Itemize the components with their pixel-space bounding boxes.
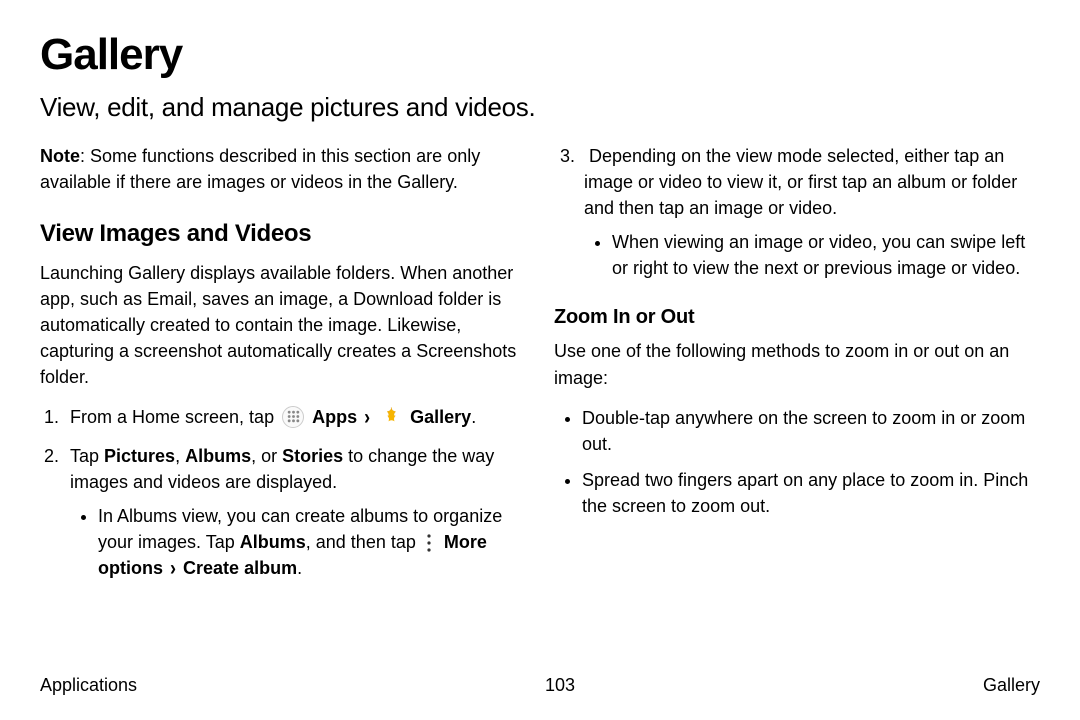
steps-list-continued: Depending on the view mode selected, eit… — [554, 143, 1040, 281]
step-3: Depending on the view mode selected, eit… — [578, 143, 1040, 281]
gallery-icon — [380, 406, 402, 428]
step-1-end: . — [471, 407, 476, 427]
zoom-bullet-1: Double-tap anywhere on the screen to zoo… — [582, 405, 1040, 457]
step-2-albums: Albums — [185, 446, 251, 466]
step-1-apps-label: Apps — [312, 407, 357, 427]
content-columns: Note: Some functions described in this s… — [40, 143, 1040, 593]
step-3-text: Depending on the view mode selected, eit… — [584, 146, 1017, 218]
step-2-sublist: In Albums view, you can create albums to… — [70, 503, 526, 581]
zoom-bullet-2: Spread two fingers apart on any place to… — [582, 467, 1040, 519]
view-paragraph: Launching Gallery displays available fol… — [40, 260, 526, 390]
step-2-text-a: Tap — [70, 446, 104, 466]
page-title: Gallery — [40, 30, 1040, 80]
page-footer: Applications 103 Gallery — [40, 675, 1040, 696]
step-2-sub-albums: Albums — [240, 532, 306, 552]
step-2-c1: , — [175, 446, 185, 466]
zoom-list: Double-tap anywhere on the screen to zoo… — [554, 405, 1040, 519]
right-column: Depending on the view mode selected, eit… — [554, 143, 1040, 593]
apps-icon — [282, 406, 304, 428]
steps-list: From a Home screen, tap Apps › Gallery. … — [40, 404, 526, 581]
step-2: Tap Pictures, Albums, or Stories to chan… — [64, 443, 526, 581]
note-text: : Some functions described in this secti… — [40, 146, 480, 192]
step-2-pictures: Pictures — [104, 446, 175, 466]
step-2-sub-b: , and then tap — [306, 532, 421, 552]
step-1-gallery-label: Gallery — [410, 407, 471, 427]
step-3-sub: When viewing an image or video, you can … — [612, 229, 1040, 281]
heading-view-images: View Images and Videos — [40, 217, 526, 252]
left-column: Note: Some functions described in this s… — [40, 143, 526, 593]
note-paragraph: Note: Some functions described in this s… — [40, 143, 526, 195]
step-2-sub-arrow: › — [170, 552, 176, 583]
step-2-sub-end: . — [297, 558, 302, 578]
step-3-sublist: When viewing an image or video, you can … — [584, 229, 1040, 281]
step-1-arrow: › — [364, 402, 370, 433]
footer-page-number: 103 — [545, 675, 575, 696]
page-subtitle: View, edit, and manage pictures and vide… — [40, 92, 1040, 123]
step-1-text-a: From a Home screen, tap — [70, 407, 279, 427]
heading-zoom: Zoom In or Out — [554, 303, 1040, 332]
step-2-sub-create: Create album — [183, 558, 297, 578]
footer-left: Applications — [40, 675, 137, 696]
zoom-paragraph: Use one of the following methods to zoom… — [554, 338, 1040, 390]
more-options-icon — [421, 533, 437, 553]
note-label: Note — [40, 146, 80, 166]
step-1: From a Home screen, tap Apps › Gallery. — [64, 404, 526, 430]
step-2-c2: , or — [251, 446, 282, 466]
footer-right: Gallery — [983, 675, 1040, 696]
step-2-sub: In Albums view, you can create albums to… — [98, 503, 526, 581]
step-2-stories: Stories — [282, 446, 343, 466]
